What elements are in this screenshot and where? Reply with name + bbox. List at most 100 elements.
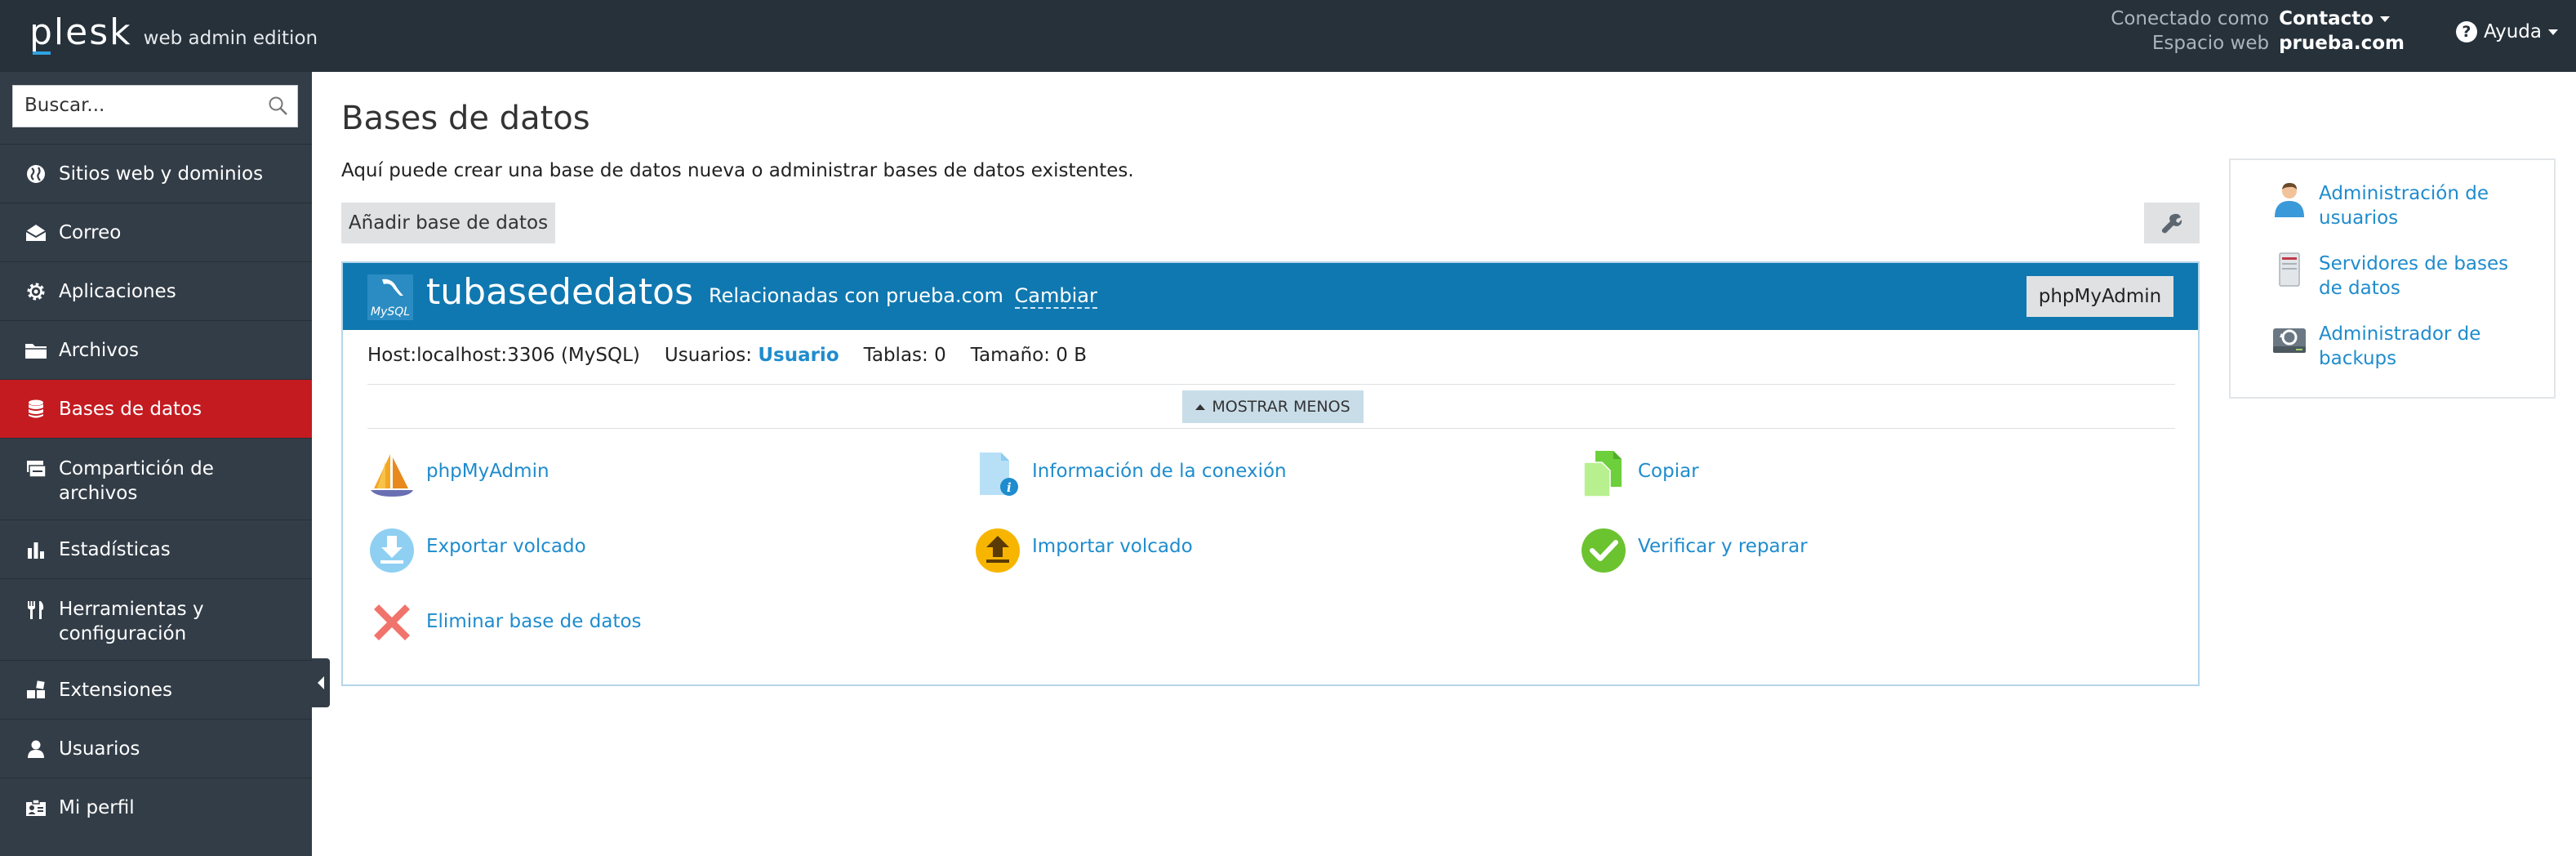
- sidebar-item-extensions[interactable]: Extensiones: [0, 660, 312, 719]
- user-icon: [24, 738, 47, 760]
- action-copy[interactable]: Copiar: [1579, 449, 1699, 498]
- action-export-dump[interactable]: Exportar volcado: [367, 524, 586, 573]
- database-name: tubasededatos: [426, 271, 694, 313]
- sidebar-item-label: Compartición de archivos: [59, 458, 214, 504]
- mysql-logo-text: MySQL: [371, 305, 410, 319]
- file-sharing-icon: [24, 458, 47, 481]
- host-info: Host:localhost:3306 (MySQL): [367, 345, 640, 366]
- divider: [367, 384, 2175, 385]
- tables-info: Tablas: 0: [863, 345, 946, 366]
- action-delete-database[interactable]: Eliminar base de datos: [367, 600, 642, 649]
- upload-icon: [973, 524, 1022, 573]
- db-servers-link[interactable]: Servidores de bases de datos: [2271, 252, 2523, 301]
- help-menu[interactable]: ? Ayuda: [2455, 21, 2558, 42]
- sidebar-item-databases[interactable]: Bases de datos: [0, 379, 312, 438]
- bar-chart-icon: [24, 538, 47, 561]
- backup-manager-label: Administrador de backups: [2319, 323, 2481, 369]
- action-label: Eliminar base de datos: [426, 611, 642, 632]
- webspace-value: prueba.com: [2279, 33, 2405, 54]
- sidebar-item-profile[interactable]: Mi perfil: [0, 778, 312, 836]
- connected-label: Conectado como: [2111, 8, 2270, 29]
- svg-text:i: i: [1007, 480, 1012, 495]
- sidebar-collapse-toggle[interactable]: [312, 658, 330, 707]
- page-description: Aquí puede crear una base de datos nueva…: [341, 160, 1134, 181]
- tools-button[interactable]: [2144, 203, 2200, 243]
- search-box: [12, 85, 298, 127]
- sidebar-item-label: Bases de datos: [59, 398, 202, 420]
- action-label: Exportar volcado: [426, 536, 586, 557]
- wrench-icon: [2161, 212, 2182, 234]
- copy-icon: [1579, 449, 1628, 498]
- db-server-icon: [2271, 252, 2307, 288]
- backup-icon: [2271, 322, 2307, 358]
- sidebar-item-users[interactable]: Usuarios: [0, 719, 312, 778]
- account-name: Contacto: [2279, 8, 2374, 29]
- backup-manager-link[interactable]: Administrador de backups: [2271, 322, 2523, 371]
- sidebar-item-label: Archivos: [59, 339, 139, 361]
- sidebar-item-applications[interactable]: Aplicaciones: [0, 261, 312, 320]
- show-less-toggle[interactable]: MOSTRAR MENOS: [1182, 390, 1364, 423]
- sidebar-item-files[interactable]: Archivos: [0, 320, 312, 379]
- database-info: Host:localhost:3306 (MySQL) Usuarios: Us…: [367, 345, 1087, 366]
- logo-wordmark: plesk: [29, 11, 132, 55]
- users-info: Usuarios: Usuario: [665, 345, 839, 366]
- plesk-logo[interactable]: plesk web admin edition: [29, 11, 318, 55]
- user-admin-label: Administración de usuarios: [2319, 183, 2489, 229]
- sidebar-nav: Sitios web y dominios Correo Aplicacione…: [0, 144, 312, 836]
- divider: [367, 428, 2175, 429]
- action-phpmyadmin[interactable]: phpMyAdmin: [367, 449, 549, 498]
- file-info-icon: i: [973, 449, 1022, 498]
- sailboat-icon: [367, 449, 416, 498]
- database-icon: [24, 398, 47, 421]
- tools-icon: [24, 599, 47, 622]
- related-text: Relacionadas con prueba.com: [709, 284, 1003, 307]
- page-title: Bases de datos: [341, 100, 590, 137]
- sidebar-item-mail[interactable]: Correo: [0, 203, 312, 261]
- db-servers-label: Servidores de bases de datos: [2319, 253, 2509, 299]
- search-icon[interactable]: [268, 96, 289, 117]
- envelope-icon: [24, 221, 47, 244]
- check-icon: [1579, 524, 1628, 573]
- change-domain-link[interactable]: Cambiar: [1014, 284, 1097, 309]
- profile-card-icon: [24, 796, 47, 819]
- action-check-repair[interactable]: Verificar y reparar: [1579, 524, 1808, 573]
- sidebar-item-statistics[interactable]: Estadísticas: [0, 519, 312, 578]
- action-label: Verificar y reparar: [1638, 536, 1808, 557]
- user-admin-icon: [2271, 181, 2307, 217]
- sidebar: Sitios web y dominios Correo Aplicacione…: [0, 72, 312, 856]
- account-menu[interactable]: Contacto: [2279, 8, 2405, 29]
- phpmyadmin-button[interactable]: phpMyAdmin: [2027, 276, 2173, 317]
- search-input[interactable]: [13, 86, 273, 125]
- sidebar-item-label: Estadísticas: [59, 538, 171, 560]
- side-panel: Administración de usuarios Servidores de…: [2229, 158, 2556, 399]
- gear-icon: [24, 280, 47, 303]
- chevron-down-icon: [2548, 29, 2558, 35]
- chevron-up-icon: [1195, 403, 1206, 410]
- extensions-icon: [24, 679, 47, 702]
- user-link[interactable]: Usuario: [758, 345, 839, 366]
- sidebar-item-label: Extensiones: [59, 679, 173, 701]
- help-icon: ?: [2455, 21, 2477, 42]
- sidebar-item-file-sharing[interactable]: Compartición de archivos: [0, 438, 312, 519]
- user-admin-link[interactable]: Administración de usuarios: [2271, 181, 2523, 230]
- folder-icon: [24, 339, 47, 362]
- action-connection-info[interactable]: i Información de la conexión: [973, 449, 1287, 498]
- action-label: phpMyAdmin: [426, 461, 549, 482]
- top-bar: plesk web admin edition Conectado como C…: [0, 0, 2576, 72]
- sidebar-item-websites[interactable]: Sitios web y dominios: [0, 144, 312, 203]
- sidebar-item-label: Mi perfil: [59, 796, 135, 818]
- chevron-down-icon: [2380, 16, 2391, 22]
- database-card: MySQL tubasededatos Relacionadas con pru…: [341, 261, 2200, 686]
- delete-icon: [367, 600, 416, 649]
- help-label: Ayuda: [2483, 21, 2542, 42]
- sidebar-item-tools-settings[interactable]: Herramientas y configuración: [0, 578, 312, 660]
- add-database-button[interactable]: Añadir base de datos: [341, 203, 555, 243]
- chevron-left-icon: [318, 676, 324, 689]
- users-label: Usuarios:: [664, 345, 753, 366]
- sidebar-item-label: Aplicaciones: [59, 280, 176, 302]
- database-header: MySQL tubasededatos Relacionadas con pru…: [343, 263, 2198, 330]
- sidebar-item-label: Sitios web y dominios: [59, 163, 264, 185]
- session-info: Conectado como Contacto Espacio web prue…: [2111, 8, 2405, 54]
- webspace-label: Espacio web: [2151, 33, 2270, 54]
- action-import-dump[interactable]: Importar volcado: [973, 524, 1193, 573]
